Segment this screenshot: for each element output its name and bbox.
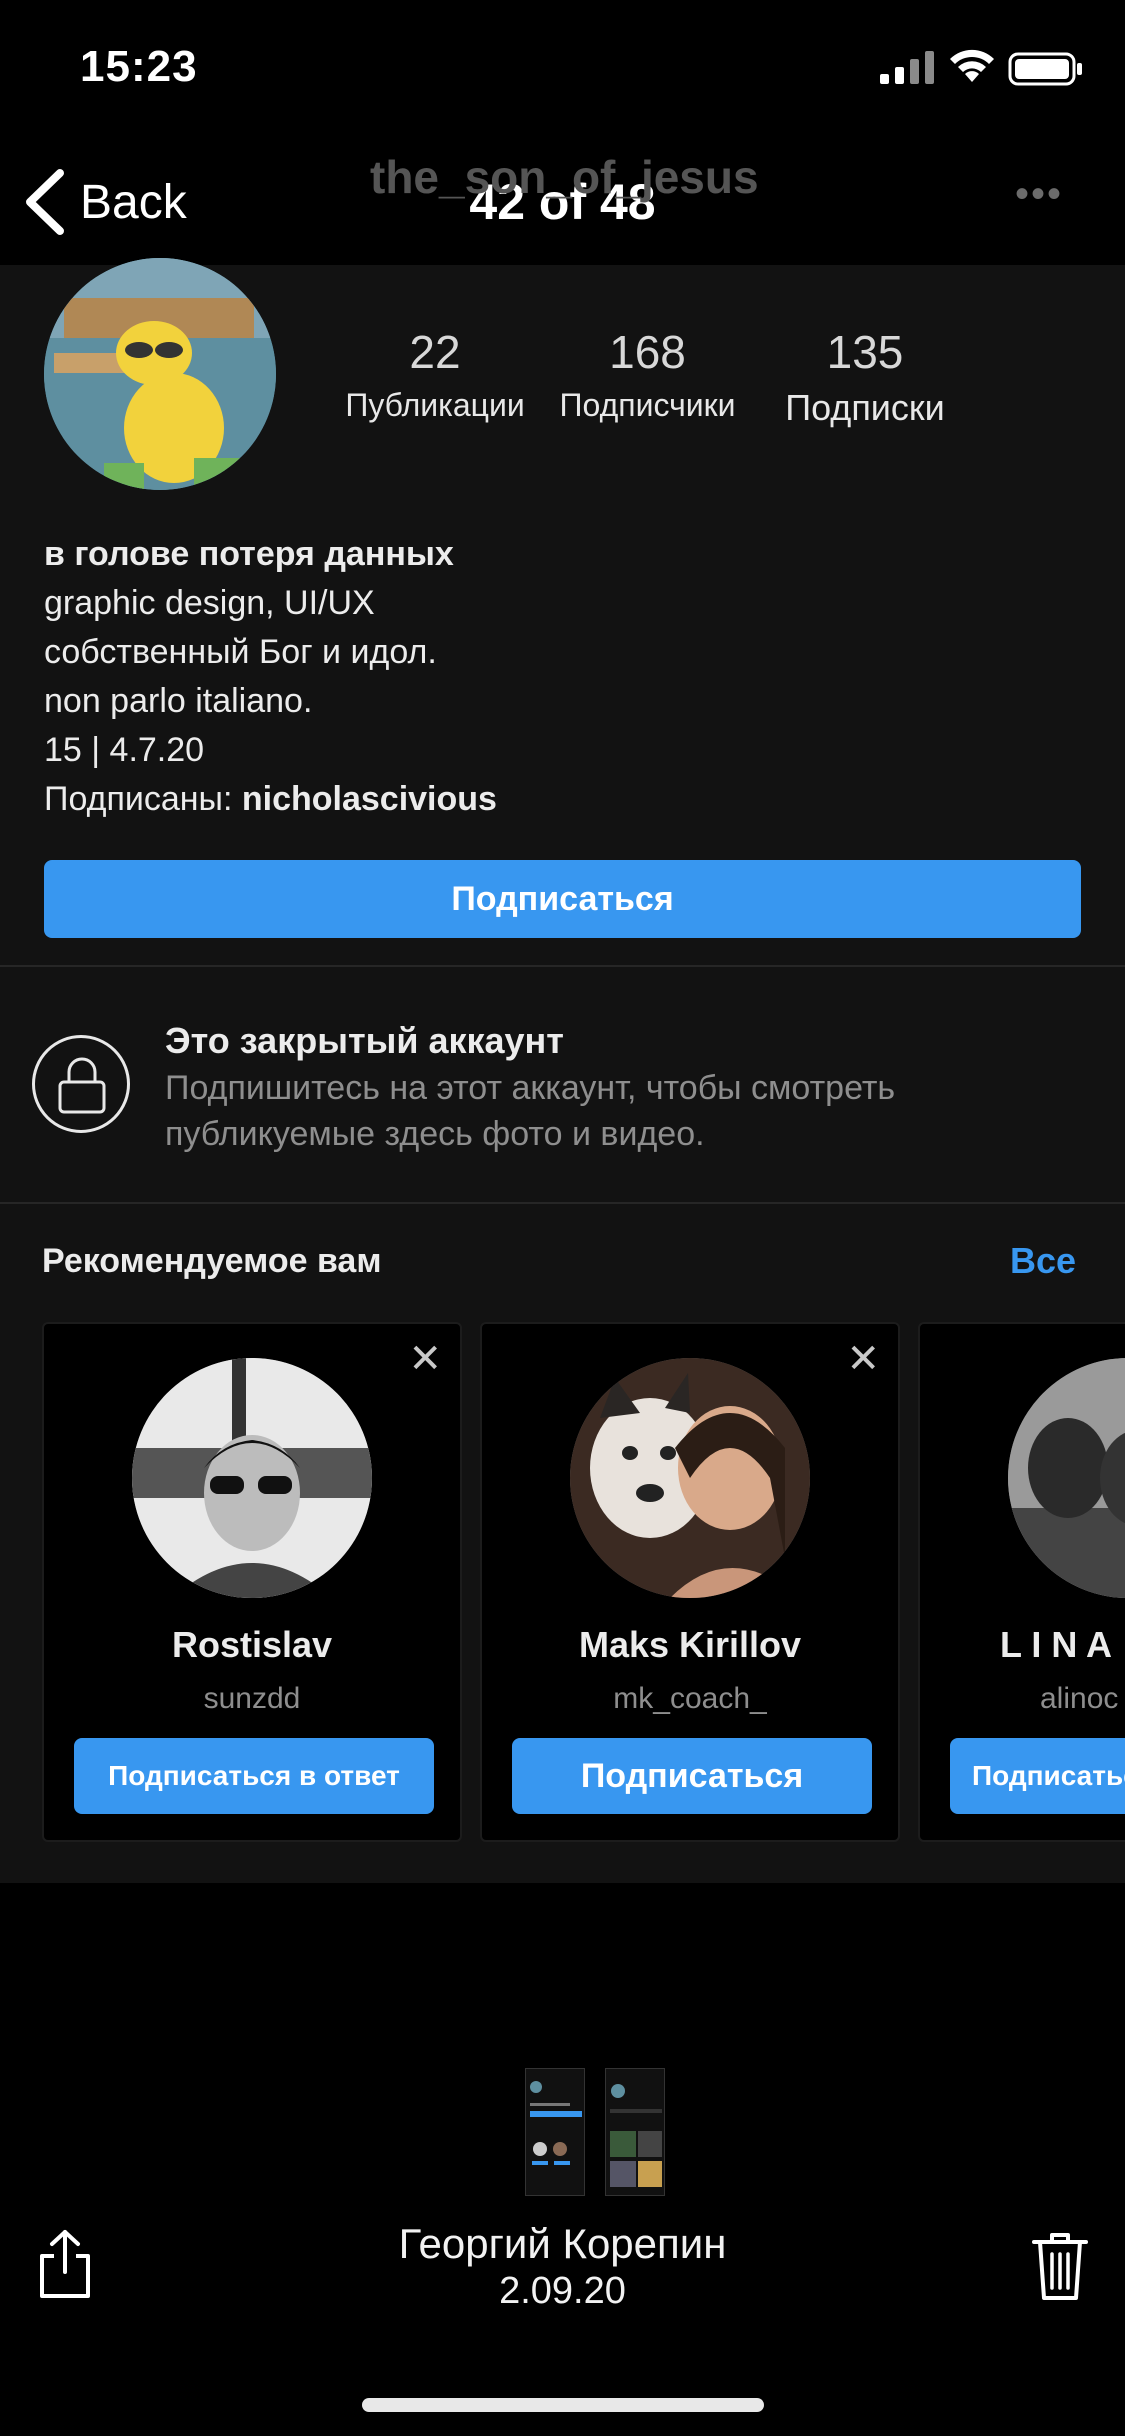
thumbnail[interactable] <box>525 2068 585 2196</box>
suggestion-handle: sunzdd <box>203 1682 301 1715</box>
profile-username-header: the_son_of_jesus <box>370 151 759 203</box>
followed-by-prefix: Подписаны: <box>44 780 242 818</box>
padlock-glyph <box>58 1057 106 1114</box>
avatar-photo <box>570 1358 810 1598</box>
stat-followers-label: Подписчики <box>559 387 736 423</box>
avatar-cartoon-image <box>44 258 276 490</box>
suggestion-avatar[interactable] <box>132 1358 372 1598</box>
bio-line: 15 | 4.7.20 <box>44 731 205 769</box>
suggestion-avatar[interactable] <box>1008 1358 1125 1598</box>
suggestion-handle: mk_coach_ <box>613 1682 767 1715</box>
suggestion-name: L I N A <box>1000 1624 1113 1665</box>
cellular-signal-icon <box>880 51 934 84</box>
stat-followers[interactable]: 168 Подписчики <box>545 325 750 424</box>
private-account-title: Это закрытый аккаунт <box>165 1020 564 1061</box>
bio-name: в голове потеря данных <box>44 535 454 573</box>
more-options-icon: ••• <box>1015 172 1064 216</box>
close-icon[interactable]: ✕ <box>846 1336 880 1382</box>
profile-bio: в голове потеря данных graphic design, U… <box>44 530 1084 824</box>
suggestion-handle: alinoc <box>1040 1682 1119 1715</box>
followed-by-user-link[interactable]: nicholascivious <box>242 780 497 818</box>
suggestion-card[interactable]: ✕ Rostislav sunzdd Подписаться в ответ <box>42 1322 462 1842</box>
thumbnail-preview <box>606 2069 664 2195</box>
follow-button[interactable]: Подписаться <box>512 1738 872 1814</box>
bio-line: graphic design, UI/UX <box>44 584 375 622</box>
trash-icon[interactable] <box>1030 2230 1090 2302</box>
suggestion-card[interactable]: L I N A alinoc Подписаться <box>918 1322 1125 1842</box>
bio-line: non parlo italiano. <box>44 682 313 720</box>
battery-icon <box>1008 52 1082 86</box>
profile-avatar[interactable] <box>44 258 276 490</box>
suggestion-card[interactable]: ✕ Maks Kirillov mk_coach_ Подписаться <box>480 1322 900 1842</box>
stat-following[interactable]: 135 Подписки <box>760 325 970 429</box>
profile-stats: 22 Публикации 168 Подписчики 135 Подписк… <box>320 325 980 428</box>
private-account-subtitle: Подпишитесь на этот аккаунт, чтобы смотр… <box>165 1069 896 1153</box>
stat-followers-value: 168 <box>609 326 686 378</box>
suggestion-name: Rostislav <box>171 1624 333 1665</box>
home-indicator[interactable] <box>362 2398 764 2412</box>
sender-name: Георгий Корепин <box>398 2220 727 2267</box>
thumbnail-preview <box>526 2069 584 2195</box>
stat-following-value: 135 <box>826 326 904 378</box>
thumbnail[interactable] <box>605 2068 665 2196</box>
see-all-link[interactable]: Все <box>1010 1240 1076 1282</box>
follow-button[interactable]: Подписаться <box>44 860 1081 938</box>
follow-button[interactable]: Подписаться <box>950 1738 1125 1814</box>
sent-date: 2.09.20 <box>499 2270 626 2312</box>
lock-icon <box>32 1035 130 1133</box>
avatar-photo <box>1008 1358 1125 1598</box>
status-bar: 15:23 <box>0 0 1125 140</box>
stat-posts-label: Публикации <box>345 387 525 423</box>
bio-line: собственный Бог и идол. <box>44 633 437 671</box>
thumbnail-strip <box>525 2068 665 2196</box>
stat-posts[interactable]: 22 Публикации <box>320 325 550 424</box>
suggestions-title: Рекомендуемое вам <box>42 1242 382 1280</box>
stat-following-label: Подписки <box>785 387 945 428</box>
wifi-icon <box>950 49 994 82</box>
divider <box>0 965 1125 967</box>
close-icon[interactable]: ✕ <box>408 1336 442 1382</box>
followed-by-line: Подписаны: nicholascivious <box>44 775 1084 824</box>
suggestion-name: Maks Kirillov <box>578 1624 802 1665</box>
divider <box>0 1202 1125 1204</box>
follow-back-button[interactable]: Подписаться в ответ <box>74 1738 434 1814</box>
status-time: 15:23 <box>80 42 198 91</box>
avatar-photo <box>132 1358 372 1598</box>
suggestion-avatar[interactable] <box>570 1358 810 1598</box>
stat-posts-value: 22 <box>409 326 461 378</box>
